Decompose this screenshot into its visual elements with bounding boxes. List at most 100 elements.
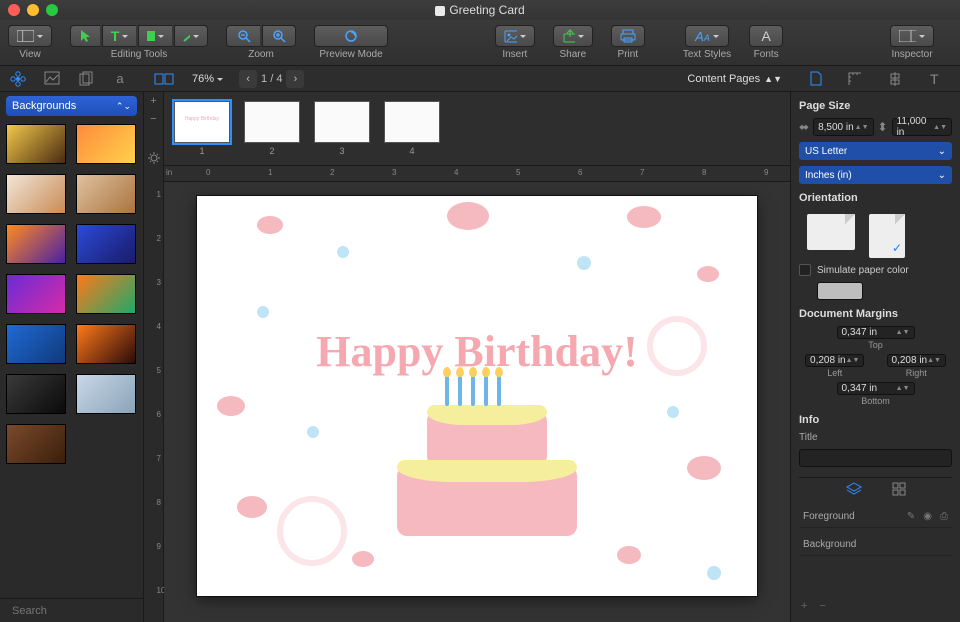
layer-background-row[interactable]: Background [799,534,952,556]
image-icon [504,29,517,43]
zoom-in-button[interactable] [262,25,296,47]
background-thumb[interactable] [6,174,66,214]
page-indicator: 1 / 4 [261,73,282,85]
left-sidebar: Backgrounds ⌃⌄ [0,92,144,622]
prev-page-button[interactable]: ‹ [239,70,257,88]
title-field[interactable] [799,449,952,467]
background-thumb[interactable] [6,274,66,314]
print-button[interactable] [611,25,645,47]
layer-foreground-row[interactable]: Foreground ✎ ◉ ⎙ [799,506,952,528]
text-tool-button[interactable]: T [102,25,136,47]
canvas-viewport[interactable]: Happy Birthday! [164,182,790,622]
shape-tool-button[interactable] [138,25,172,47]
alignment-tab[interactable] [883,70,907,88]
margin-bottom-field[interactable]: 0,347 in▲▼ [837,382,915,395]
ruler-tick: 3 [157,278,161,287]
margin-top-field[interactable]: 0,347 in▲▼ [837,326,915,339]
background-thumb[interactable] [6,374,66,414]
page-preset-select[interactable]: US Letter⌄ [799,142,952,160]
ruler-corner-icon [848,72,862,86]
print-layer-icon[interactable]: ⎙ [940,511,948,522]
files-tab[interactable] [74,70,98,88]
page-thumb[interactable]: 3 [314,101,370,156]
headline-text[interactable]: Happy Birthday! [197,326,757,377]
insert-button[interactable] [495,25,535,47]
paper-color-swatch[interactable] [817,282,863,300]
background-thumb[interactable] [76,374,136,414]
background-thumb[interactable] [6,224,66,264]
layers-grid-tab[interactable] [892,482,906,496]
shapes-tab[interactable] [6,70,30,88]
background-thumb[interactable] [76,174,136,214]
inspector-button[interactable] [890,25,934,47]
background-thumb[interactable] [6,124,66,164]
margin-left-field[interactable]: 0,208 in▲▼ [805,354,864,367]
page-height-field[interactable]: 11,000 in▲▼ [892,118,952,136]
background-thumb[interactable] [76,224,136,264]
document-tab[interactable] [804,70,828,88]
line-tool-button[interactable] [174,25,208,47]
add-page-button[interactable]: + [144,92,163,110]
preview-mode-button[interactable] [314,25,388,47]
margin-right-field[interactable]: 0,208 in▲▼ [887,354,946,367]
text-styles-button[interactable]: AA [685,25,729,47]
view-group: View [8,25,52,60]
document-page[interactable]: Happy Birthday! [197,196,757,596]
next-page-button[interactable]: › [286,70,304,88]
content-pages-dropdown[interactable]: Content Pages▲▼ [687,73,782,85]
add-layer-button[interactable]: + [801,600,807,612]
page-width-field[interactable]: 8,500 in▲▼ [813,118,873,136]
pencil-icon[interactable]: ✎ [907,511,915,522]
zoom-out-button[interactable] [226,25,260,47]
alignment-icon [888,72,902,86]
text-tab[interactable]: a [108,70,132,88]
remove-layer-button[interactable]: − [819,600,825,612]
ruler-tick: 1 [268,168,272,177]
spread-view-button[interactable] [152,70,176,88]
simulate-checkbox[interactable] [799,264,811,276]
units-select[interactable]: Inches (in)⌄ [799,166,952,184]
text-inspect-tab[interactable]: T [922,70,946,88]
layer-foreground-label: Foreground [803,511,855,522]
background-thumb[interactable] [6,324,66,364]
preview-icon [343,29,359,43]
select-tool-button[interactable] [70,25,100,47]
background-thumb[interactable] [76,324,136,364]
simulate-paper-row[interactable]: Simulate paper color [799,264,952,276]
orientation-portrait[interactable]: ✓ [869,214,905,258]
inspector-tabs: T [790,70,960,88]
orientation-landscape[interactable] [807,214,855,250]
layers-stack-tab[interactable] [846,482,862,496]
ruler-tick: 3 [392,168,396,177]
share-button[interactable] [553,25,593,47]
page-thumb[interactable]: 4 [384,101,440,156]
images-tab[interactable] [40,70,64,88]
cake-illustration[interactable] [397,466,577,536]
sidebar-icon [17,30,34,42]
fonts-button[interactable]: A [749,25,783,47]
background-thumb[interactable] [76,124,136,164]
margin-bottom-label: Bottom [861,396,890,406]
ruler-tick: 7 [640,168,644,177]
content-pages-label: Content Pages [687,73,760,85]
page-options-button[interactable] [147,146,161,170]
background-thumb[interactable] [6,424,66,464]
search-input[interactable] [12,605,154,617]
eye-icon[interactable]: ◉ [923,511,932,522]
search-field[interactable] [0,598,143,622]
backgrounds-dropdown[interactable]: Backgrounds ⌃⌄ [6,96,137,116]
page-thumb[interactable]: Happy Birthday1 [174,101,230,156]
layout-tab[interactable] [843,70,867,88]
page-thumb-number: 2 [269,146,274,156]
insert-label: Insert [502,49,527,60]
zoom-label: Zoom [248,49,274,60]
zoom-dropdown[interactable]: 76% [186,73,229,85]
grid-icon [892,482,906,496]
view-button[interactable] [8,25,52,47]
orientation-heading: Orientation [799,192,952,204]
remove-page-button[interactable]: − [144,110,163,128]
background-thumb[interactable] [76,274,136,314]
page-thumb[interactable]: 2 [244,101,300,156]
units-value: Inches (in) [805,170,852,181]
fonts-group: A Fonts [749,25,783,60]
